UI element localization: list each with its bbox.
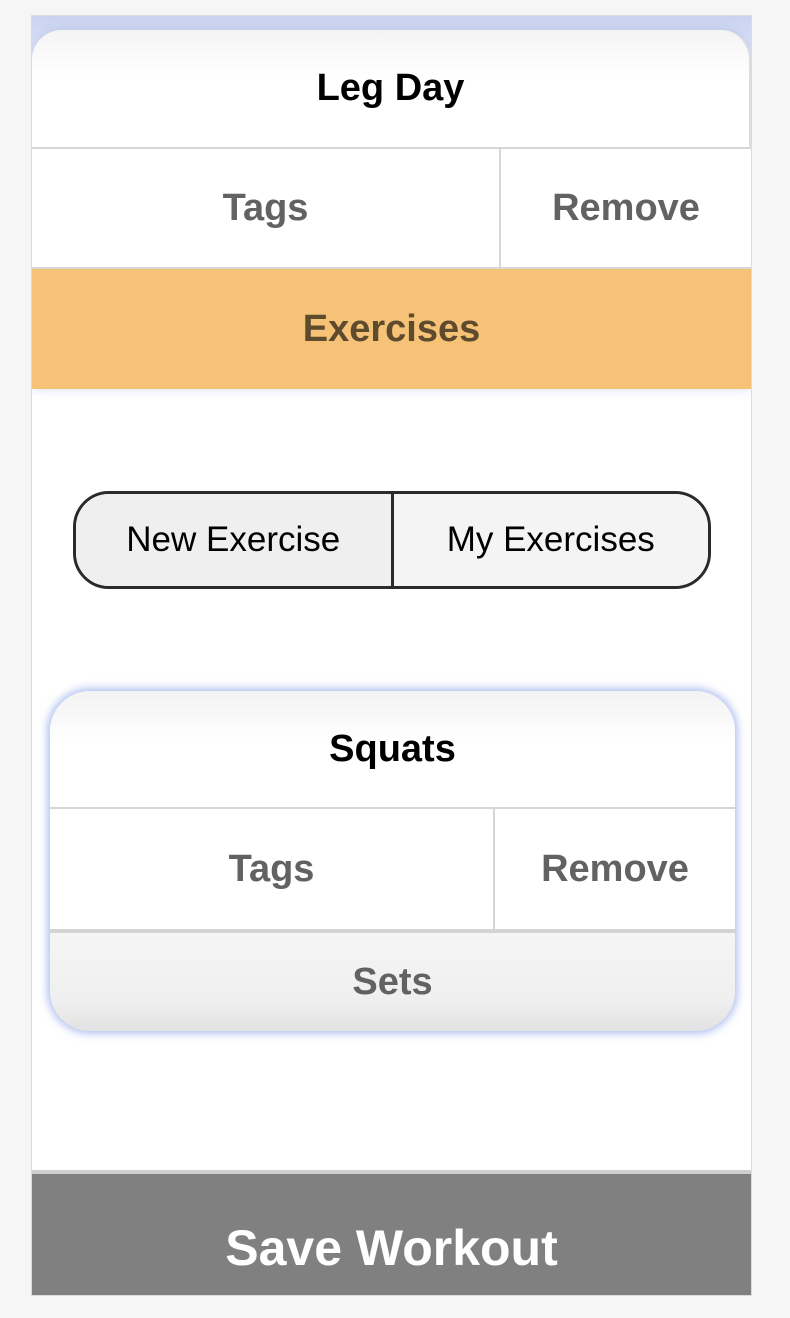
workout-remove-button[interactable]: Remove xyxy=(501,149,751,267)
new-exercise-button[interactable]: New Exercise xyxy=(76,494,394,586)
workout-actions-row: Tags Remove xyxy=(32,149,751,269)
save-workout-button[interactable]: Save Workout xyxy=(32,1170,751,1295)
exercise-tags-button[interactable]: Tags xyxy=(50,809,495,929)
exercise-title: Squats xyxy=(50,691,735,809)
workout-editor: Leg Day Tags Remove Exercises New Exerci… xyxy=(31,15,752,1296)
exercise-card: Squats Tags Remove Sets xyxy=(50,691,735,1031)
exercise-sets-button[interactable]: Sets xyxy=(50,933,735,1031)
exercise-actions-row: Tags Remove xyxy=(50,809,735,933)
exercise-source-toggle: New Exercise My Exercises xyxy=(73,491,711,589)
workout-card: Leg Day Tags Remove Exercises xyxy=(32,30,751,389)
exercises-header[interactable]: Exercises xyxy=(32,269,751,389)
workout-title: Leg Day xyxy=(32,30,751,149)
my-exercises-button[interactable]: My Exercises xyxy=(393,494,708,586)
workout-tags-button[interactable]: Tags xyxy=(32,149,501,267)
exercise-remove-button[interactable]: Remove xyxy=(495,809,735,929)
